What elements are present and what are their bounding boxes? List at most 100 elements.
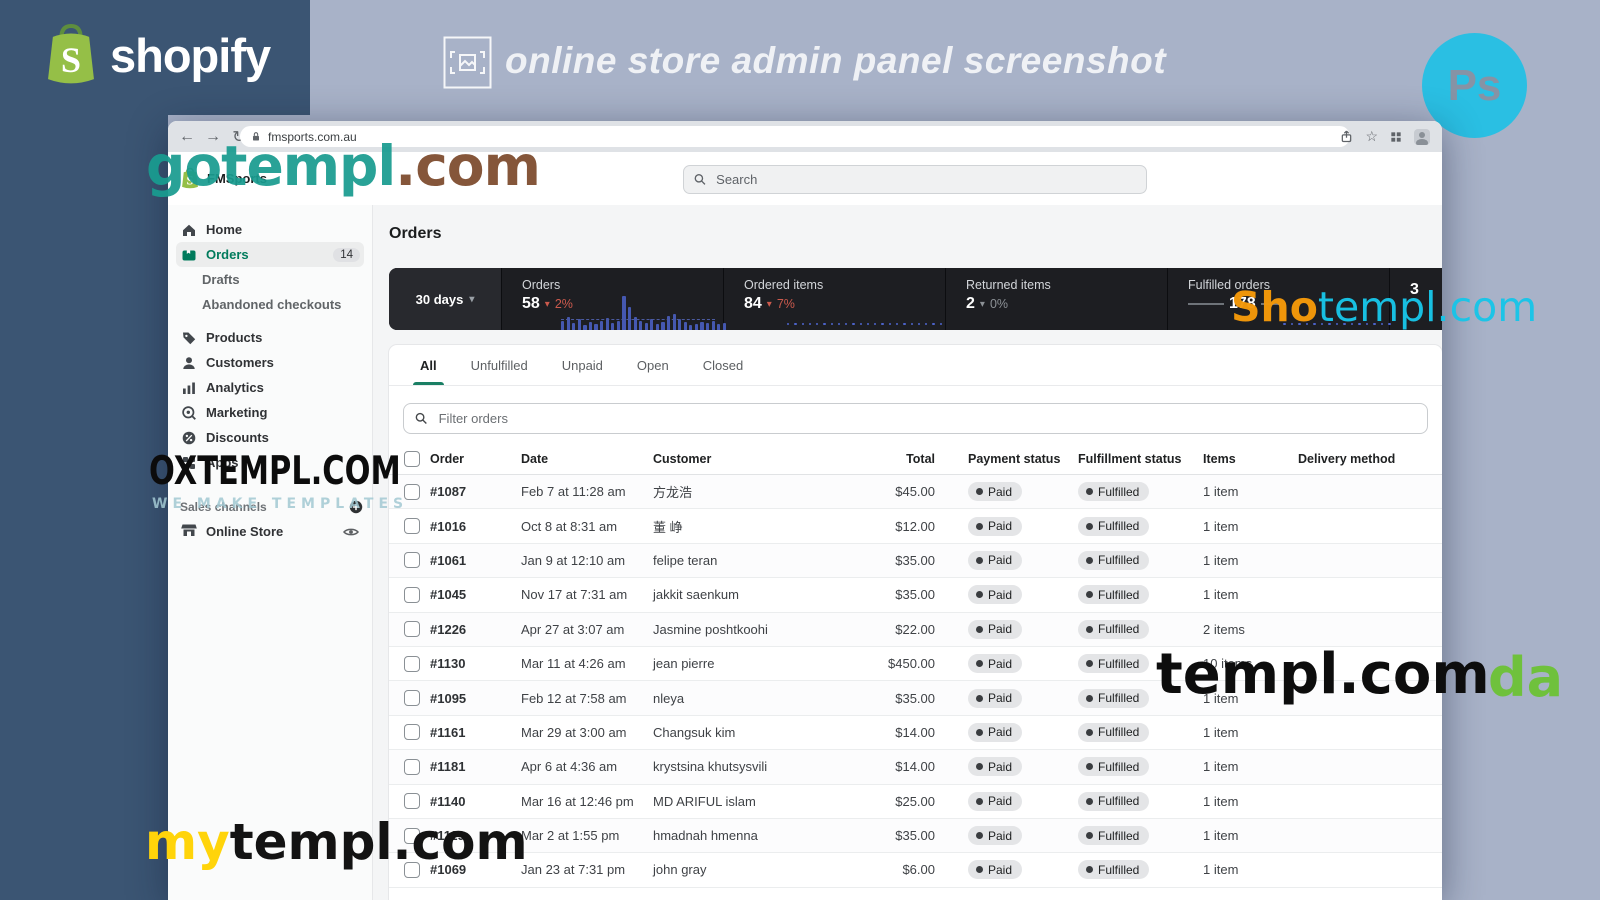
sidebar-item-drafts[interactable]: Drafts	[176, 267, 364, 292]
share-icon[interactable]	[1339, 129, 1354, 144]
order-row-1045[interactable]: #1045Nov 17 at 7:31 amjakkit saenkum$35.…	[389, 578, 1442, 612]
row-checkbox[interactable]	[404, 759, 420, 775]
order-number[interactable]: #1061	[430, 553, 521, 568]
fulfillment-status-badge: Fulfilled	[1078, 517, 1149, 536]
sidebar-item-label: Customers	[206, 355, 274, 370]
column-header-fulfillment-status: Fulfillment status	[1078, 452, 1201, 466]
fulfillment-status-badge: Fulfilled	[1078, 860, 1149, 879]
sidebar-item-discounts[interactable]: Discounts	[176, 425, 364, 450]
stat-label: Returned items	[966, 278, 1167, 292]
date-range-dropdown[interactable]: 30 days ▾	[389, 268, 502, 330]
row-checkbox[interactable]	[404, 621, 420, 637]
order-date: Apr 6 at 4:36 am	[521, 759, 653, 774]
tab-unpaid[interactable]: Unpaid	[545, 345, 620, 385]
sidebar-item-home[interactable]: Home	[176, 217, 364, 242]
order-number[interactable]: #1226	[430, 622, 521, 637]
payment-status-badge: Paid	[968, 723, 1022, 742]
watermark-oxtempl: OXTEMPL.COM	[149, 449, 401, 494]
order-row-1087[interactable]: #1087Feb 7 at 11:28 am方龙浩$45.00PaidFulfi…	[389, 475, 1442, 509]
status-dot-icon	[1086, 591, 1093, 598]
search-input[interactable]	[714, 171, 1137, 188]
order-total: $35.00	[873, 691, 935, 706]
extensions-icon[interactable]	[1389, 130, 1403, 144]
orders-card: AllUnfulfilledUnpaidOpenClosed OrderDate…	[389, 345, 1442, 900]
order-number[interactable]: #1045	[430, 587, 521, 602]
tab-all[interactable]: All	[403, 345, 454, 385]
status-dot-icon	[1086, 832, 1093, 839]
storefront-icon	[180, 521, 198, 542]
row-checkbox[interactable]	[404, 656, 420, 672]
chevron-down-icon: ▾	[469, 294, 474, 305]
browser-profile-avatar[interactable]	[1414, 129, 1430, 145]
payment-status-badge: Paid	[968, 482, 1022, 501]
payment-status-badge: Paid	[968, 689, 1022, 708]
filter-orders-input[interactable]	[437, 410, 1417, 427]
order-number[interactable]: #1087	[430, 484, 521, 499]
row-checkbox[interactable]	[404, 690, 420, 706]
filter-orders-box[interactable]	[403, 403, 1428, 434]
status-dot-icon	[1086, 488, 1093, 495]
sidebar-item-online-store[interactable]: Online Store	[176, 519, 364, 544]
order-number[interactable]: #1140	[430, 794, 521, 809]
stat-panel-orders: Orders58▾2%	[502, 268, 724, 330]
watermark-mytempl: mytempl.com	[145, 813, 528, 871]
order-date: Mar 11 at 4:26 am	[521, 656, 653, 671]
tab-closed[interactable]: Closed	[686, 345, 760, 385]
order-row-1016[interactable]: #1016Oct 8 at 8:31 am董 峥$12.00PaidFulfil…	[389, 509, 1442, 543]
order-customer: nleya	[653, 691, 873, 706]
order-customer: john gray	[653, 862, 873, 877]
sidebar-item-orders[interactable]: Orders14	[176, 242, 364, 267]
sidebar-item-analytics[interactable]: Analytics	[176, 375, 364, 400]
sidebar-item-label: Analytics	[206, 380, 264, 395]
tab-open[interactable]: Open	[620, 345, 686, 385]
order-number[interactable]: #1181	[430, 759, 521, 774]
order-row-1161[interactable]: #1161Mar 29 at 3:00 amChangsuk kim$14.00…	[389, 716, 1442, 750]
status-dot-icon	[1086, 523, 1093, 530]
order-row-1061[interactable]: #1061Jan 9 at 12:10 amfelipe teran$35.00…	[389, 544, 1442, 578]
sidebar-nav: HomeOrders14DraftsAbandoned checkouts Pro…	[168, 217, 372, 475]
sidebar-item-customers[interactable]: Customers	[176, 350, 364, 375]
column-header-customer: Customer	[653, 452, 873, 466]
row-checkbox[interactable]	[404, 724, 420, 740]
order-number[interactable]: #1130	[430, 656, 521, 671]
sidebar: HomeOrders14DraftsAbandoned checkouts Pro…	[168, 205, 373, 900]
order-number[interactable]: #1161	[430, 725, 521, 740]
order-customer: hmadnah hmenna	[653, 828, 873, 843]
status-dot-icon	[1086, 695, 1093, 702]
order-items: 1 item	[1201, 794, 1298, 809]
order-row-1140[interactable]: #1140Mar 16 at 12:46 pmMD ARIFUL islam$2…	[389, 785, 1442, 819]
status-dot-icon	[1086, 626, 1093, 633]
sidebar-item-products[interactable]: Products	[176, 325, 364, 350]
bookmark-star-icon[interactable]: ☆	[1365, 128, 1378, 145]
order-customer: jakkit saenkum	[653, 587, 873, 602]
screenshot-frame-icon	[443, 36, 492, 89]
order-row-1069[interactable]: #1069Jan 23 at 7:31 pmjohn gray$6.00Paid…	[389, 853, 1442, 887]
search-icon	[414, 411, 429, 426]
shopify-bag-icon: S	[42, 22, 100, 88]
watermark-templ: templ.com	[1156, 642, 1490, 707]
order-row-1119[interactable]: #1119Mar 2 at 1:55 pmhmadnah hmenna$35.0…	[389, 819, 1442, 853]
column-header-date: Date	[521, 452, 653, 466]
tab-unfulfilled[interactable]: Unfulfilled	[454, 345, 545, 385]
row-checkbox[interactable]	[404, 793, 420, 809]
order-total: $45.00	[873, 484, 935, 499]
order-date: Jan 23 at 7:31 pm	[521, 862, 653, 877]
sidebar-item-marketing[interactable]: Marketing	[176, 400, 364, 425]
sidebar-item-abandoned-checkouts[interactable]: Abandoned checkouts	[176, 292, 364, 317]
row-checkbox[interactable]	[404, 552, 420, 568]
stat-value: 58	[522, 295, 540, 313]
status-dot-icon	[1086, 798, 1093, 805]
select-all-checkbox[interactable]	[404, 451, 420, 467]
view-store-eye-icon[interactable]	[342, 523, 360, 541]
fulfillment-status-badge: Fulfilled	[1078, 654, 1149, 673]
order-number[interactable]: #1016	[430, 519, 521, 534]
column-header-payment-status: Payment status	[935, 452, 1078, 466]
fulfillment-status-badge: Fulfilled	[1078, 723, 1149, 742]
row-checkbox[interactable]	[404, 518, 420, 534]
global-search[interactable]	[683, 165, 1147, 194]
order-number[interactable]: #1095	[430, 691, 521, 706]
order-row-1181[interactable]: #1181Apr 6 at 4:36 amkrystsina khutsysvi…	[389, 750, 1442, 784]
status-dot-icon	[976, 660, 983, 667]
order-customer: Changsuk kim	[653, 725, 873, 740]
row-checkbox[interactable]	[404, 587, 420, 603]
